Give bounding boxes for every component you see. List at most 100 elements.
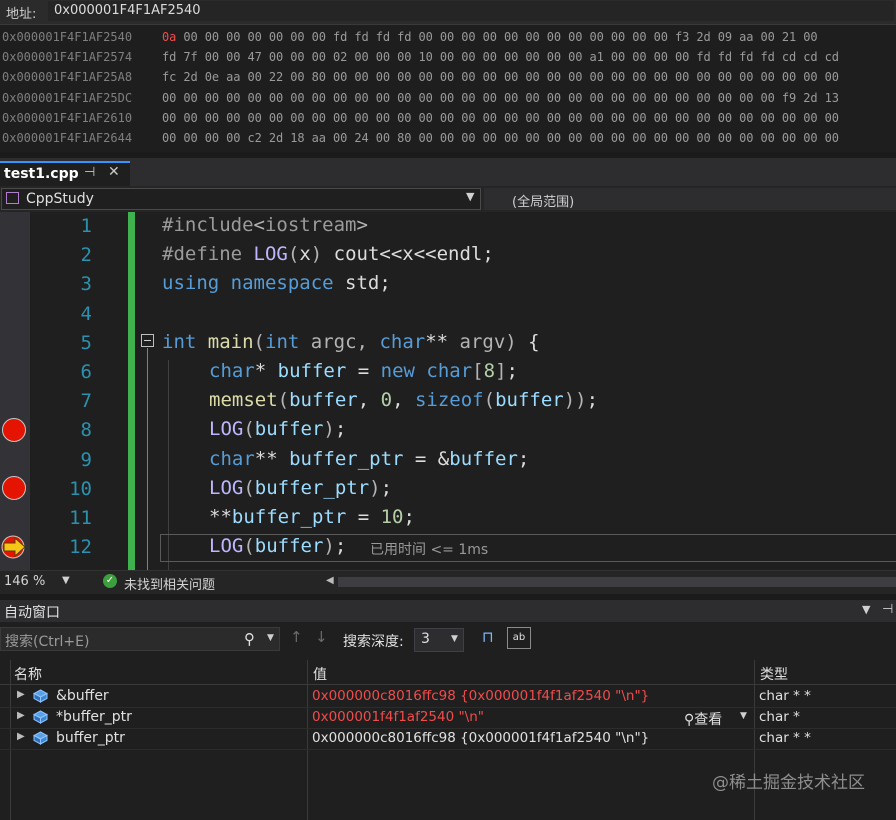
memory-row: 0x000001F4F1AF25A8 fc 2d 0e aa 00 22 00 8…: [0, 67, 896, 87]
variable-name: buffer_ptr: [56, 730, 125, 746]
expand-arrow-icon[interactable]: ▶: [17, 731, 25, 742]
pin-icon[interactable]: ⊣: [882, 602, 893, 617]
scope-label: (全局范围): [512, 195, 575, 210]
line-number: 6: [80, 361, 92, 383]
memory-row: 0x000001F4F1AF25DC 00 00 00 00 00 00 00 0…: [0, 88, 896, 108]
grid-header: 名称 值 类型: [0, 660, 896, 685]
view-label: 查看: [694, 712, 723, 728]
search-icon[interactable]: ⚲: [244, 630, 255, 648]
code-editor[interactable]: 1 2 3 4 5 6 7 8 9 10 11 12 #include<iostream> #defi…: [0, 212, 896, 570]
watermark: @稀土掘金技术社区: [712, 773, 865, 793]
horizontal-scrollbar[interactable]: [338, 577, 896, 587]
window-options-icon[interactable]: ▼: [862, 603, 870, 616]
project-label: CppStudy: [26, 191, 94, 207]
close-icon[interactable]: ✕: [108, 164, 120, 180]
chevron-down-icon[interactable]: ▼: [267, 633, 274, 643]
variable-name: &buffer: [56, 688, 109, 704]
view-button[interactable]: ⚲查看: [684, 709, 722, 729]
change-tracking-bar: [128, 212, 135, 570]
arrow-up-icon[interactable]: ↑: [290, 628, 303, 646]
outline-line: [147, 348, 148, 570]
scope-dropdown[interactable]: (全局范围): [484, 188, 896, 210]
variable-icon: [33, 689, 48, 703]
memory-byte-run: 00 00 00 00 00 00 00 00 00 00 00 00 00 0…: [162, 110, 839, 125]
code-line-9: char** buffer_ptr = &buffer;: [209, 448, 530, 470]
memory-byte-run: 00 00 00 00 c2 2d 18 aa 00 24 00 80 00 0…: [162, 130, 839, 145]
memory-rows: 0x000001F4F1AF2540 0a 00 00 00 00 00 00 0…: [0, 27, 896, 148]
breakpoint-icon[interactable]: [2, 476, 26, 500]
breakpoint-margin[interactable]: [0, 212, 30, 570]
zoom-level[interactable]: 146 %: [4, 574, 45, 589]
chevron-down-icon[interactable]: ▼: [466, 190, 474, 203]
variable-value[interactable]: 0x000001f4f1af2540 "\n": [312, 709, 484, 725]
scroll-left-icon[interactable]: ◀: [326, 575, 334, 586]
tab-label: test1.cpp: [4, 166, 79, 182]
line-number: 7: [80, 390, 92, 412]
search-input[interactable]: 搜索(Ctrl+E): [5, 631, 89, 651]
autos-toolbar: 搜索(Ctrl+E) ⚲ ▼ ↑ ↓ 搜索深度: 3 ▼ ⊓ ab: [0, 624, 896, 654]
memory-byte-run: fc 2d 0e aa 00 22 00 80 00 00 00 00 00 0…: [162, 70, 839, 85]
chevron-down-icon: ▼: [451, 634, 458, 644]
column-header-name[interactable]: 名称: [14, 664, 42, 684]
arrow-down-icon[interactable]: ↓: [315, 628, 328, 646]
chevron-down-icon[interactable]: ▼: [740, 711, 747, 721]
memory-address: 0x000001F4F1AF25DC: [2, 90, 133, 105]
perf-tip: 已用时间 <= 1ms: [370, 542, 489, 558]
line-number: 4: [80, 303, 92, 325]
search-depth-dropdown[interactable]: 3 ▼: [414, 628, 464, 652]
memory-row: 0x000001F4F1AF2610 00 00 00 00 00 00 00 0…: [0, 108, 896, 128]
expand-arrow-icon[interactable]: ▶: [17, 710, 25, 721]
search-field[interactable]: 搜索(Ctrl+E) ⚲ ▼: [0, 627, 280, 651]
project-dropdown[interactable]: CppStudy ▼: [1, 188, 481, 210]
variable-type: char * *: [759, 730, 811, 746]
tab-test1-cpp[interactable]: test1.cpp ⊣ ✕: [0, 161, 130, 186]
code-line-7: memset(buffer, 0, sizeof(buffer));: [209, 389, 599, 411]
memory-byte-run: fd 7f 00 00 47 00 00 00 02 00 00 00 10 0…: [162, 50, 839, 65]
navigation-bar: CppStudy ▼ (全局范围): [0, 186, 896, 213]
issues-status[interactable]: 未找到相关问题: [124, 574, 215, 593]
search-depth-value: 3: [421, 631, 430, 647]
search-icon: ⚲: [684, 712, 695, 728]
expand-arrow-icon[interactable]: ▶: [17, 689, 25, 700]
line-number: 2: [80, 244, 92, 266]
document-tab-bar: test1.cpp ⊣ ✕: [0, 152, 896, 186]
code-line-5: int main(int argc, char** argv) {: [162, 331, 540, 353]
memory-bytes: 00 00 00 00 00 00 00 00 00 00 00 00 00 0…: [162, 88, 839, 108]
pin-icon[interactable]: ⊣: [84, 165, 95, 180]
memory-window: 地址: 0x000001F4F1AF2540 0x000001F4F1AF254…: [0, 0, 896, 152]
code-line-3: using namespace std;: [162, 272, 391, 294]
variable-icon: [33, 710, 48, 724]
breakpoint-icon[interactable]: [2, 418, 26, 442]
memory-row: 0x000001F4F1AF2540 0a 00 00 00 00 00 00 0…: [0, 27, 896, 47]
code-line-1: #include<iostream>: [162, 214, 368, 236]
search-depth-label: 搜索深度:: [343, 634, 404, 650]
column-header-value[interactable]: 值: [313, 664, 327, 684]
address-input[interactable]: 0x000001F4F1AF2540: [48, 1, 894, 21]
chevron-down-icon[interactable]: ▼: [62, 575, 70, 586]
line-number: 3: [80, 273, 92, 295]
variable-value[interactable]: 0x000000c8016ffc98 {0x000001f4f1af2540 "…: [312, 688, 649, 704]
code-line-6: char* buffer = new char[8];: [209, 360, 518, 382]
column-header-type[interactable]: 类型: [760, 664, 788, 684]
memory-row: 0x000001F4F1AF2644 00 00 00 00 c2 2d 18 a…: [0, 128, 896, 148]
hex-display-icon[interactable]: ab: [507, 627, 531, 649]
variable-type: char *: [759, 709, 800, 725]
pin-source-icon[interactable]: ⊓: [482, 628, 494, 646]
line-number: 1: [80, 215, 92, 237]
autos-row[interactable]: ▶ buffer_ptr 0x000000c8016ffc98 {0x000001f…: [0, 728, 896, 750]
collapse-outline-icon[interactable]: [141, 334, 154, 347]
variable-value[interactable]: 0x000000c8016ffc98 {0x000001f4f1af2540 "…: [312, 730, 649, 746]
autos-row[interactable]: ▶ *buffer_ptr 0x000001f4f1af2540 "\n" char …: [0, 707, 896, 729]
line-number: 9: [80, 449, 92, 471]
project-icon: [6, 192, 19, 204]
line-number: 5: [80, 332, 92, 354]
line-number: 12: [69, 536, 92, 558]
memory-byte-run: 00 00 00 00 00 00 00 fd fd fd fd 00 00 0…: [176, 30, 818, 44]
code-line-8: LOG(buffer);: [209, 418, 347, 440]
code-line-12: LOG(buffer);: [209, 535, 347, 557]
autos-row[interactable]: ▶ &buffer 0x000000c8016ffc98 {0x000001f4f1…: [0, 686, 896, 708]
current-statement-arrow-icon[interactable]: [1, 535, 27, 559]
line-number: 10: [69, 478, 92, 500]
memory-row: 0x000001F4F1AF2574 fd 7f 00 00 47 00 00 0…: [0, 47, 896, 67]
code-line-11: **buffer_ptr = 10;: [209, 506, 415, 528]
